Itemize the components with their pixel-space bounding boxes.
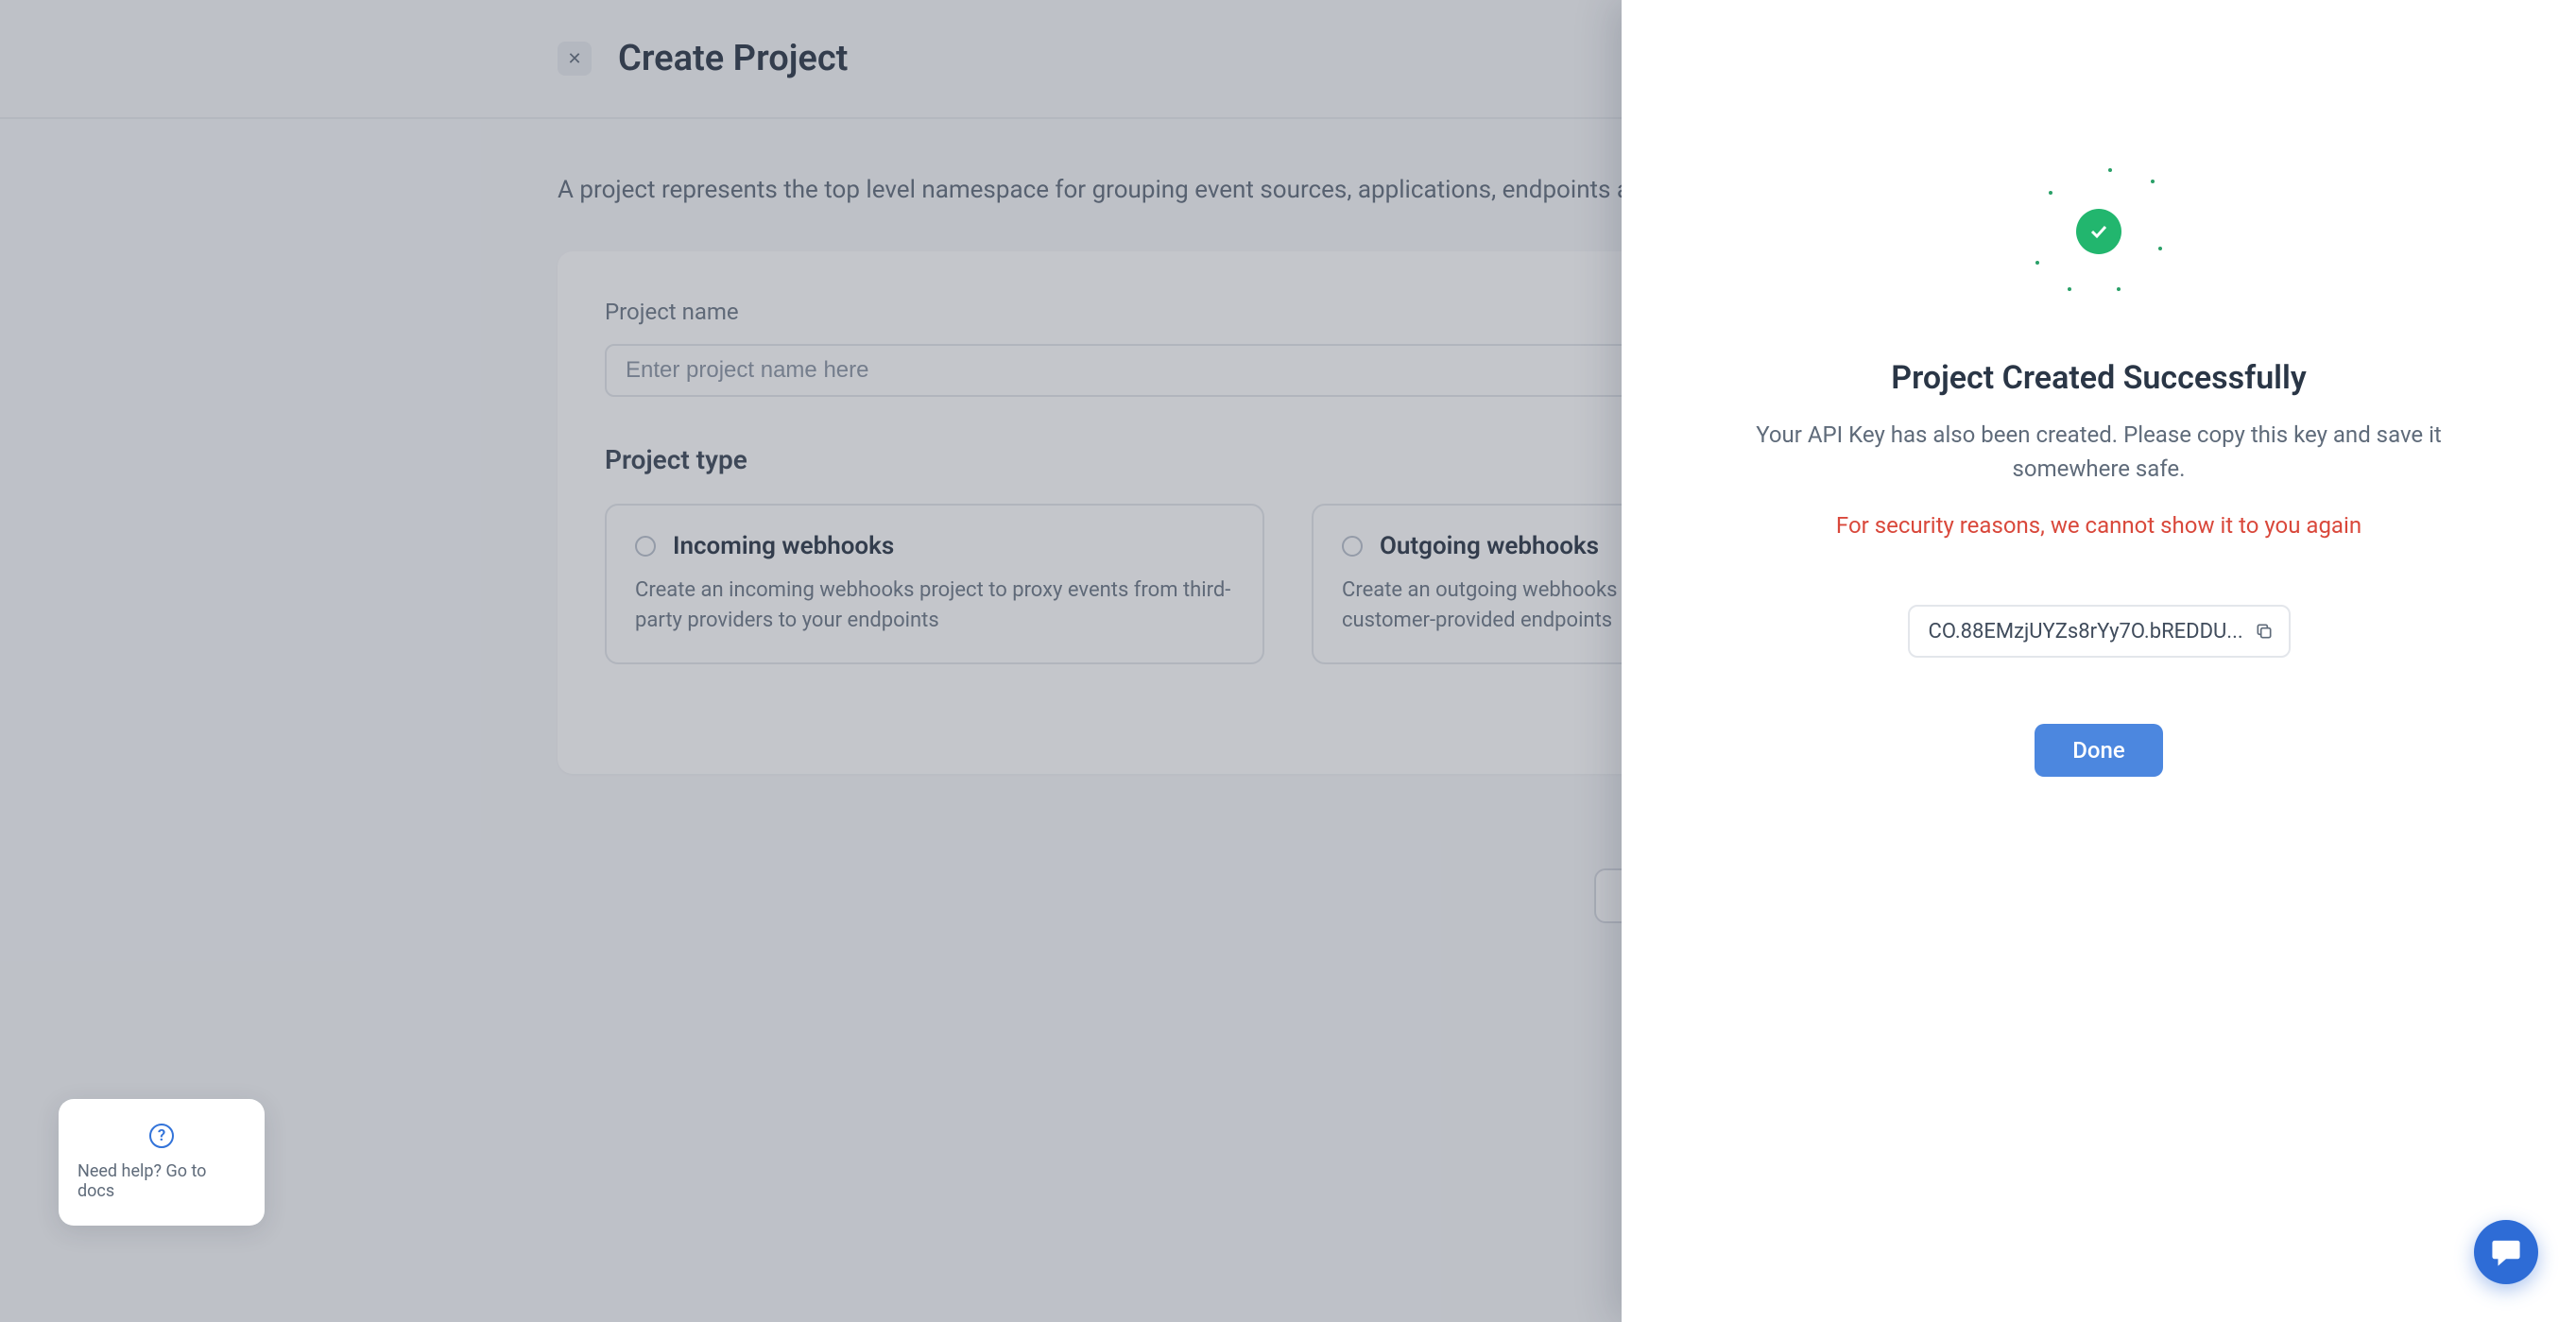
- help-card[interactable]: ? Need help? Go to docs: [59, 1099, 265, 1226]
- chat-icon: [2490, 1236, 2522, 1268]
- copy-icon[interactable]: [2255, 622, 2274, 641]
- success-panel: Project Created Successfully Your API Ke…: [1622, 0, 2576, 1322]
- api-key-text: CO.88EMzjUYZs8rYy7O.bREDDU...: [1929, 620, 2255, 644]
- success-illustration: [2018, 151, 2179, 312]
- done-button[interactable]: Done: [2035, 724, 2163, 777]
- help-text: Need help? Go to docs: [77, 1161, 246, 1201]
- api-key-box: CO.88EMzjUYZs8rYy7O.bREDDU...: [1908, 605, 2291, 658]
- security-warning: For security reasons, we cannot show it …: [1836, 512, 2361, 539]
- chat-launcher[interactable]: [2474, 1220, 2538, 1284]
- help-icon: ?: [149, 1124, 174, 1148]
- check-circle-icon: [2076, 209, 2121, 254]
- success-title: Project Created Successfully: [1891, 359, 2306, 397]
- success-description: Your API Key has also been created. Plea…: [1735, 418, 2463, 486]
